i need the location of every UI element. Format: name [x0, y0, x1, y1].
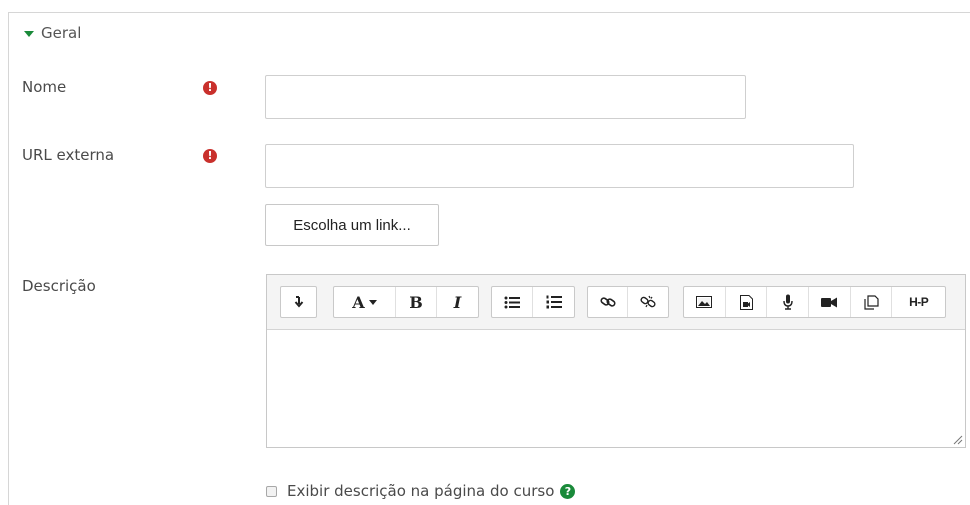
unlink-icon[interactable]: [628, 287, 668, 317]
section-toggle-geral[interactable]: Geral: [24, 24, 81, 42]
field-label-nome: Nome: [22, 78, 67, 96]
media-icon[interactable]: [726, 287, 768, 317]
description-textarea[interactable]: [267, 330, 965, 447]
field-label-url: URL externa: [22, 146, 115, 164]
description-editor: A B I H-P: [266, 274, 966, 448]
record-video-icon[interactable]: [809, 287, 851, 317]
collapse-toolbar-icon[interactable]: [281, 287, 316, 317]
toolbar-group-style: A B I: [333, 286, 479, 318]
image-icon[interactable]: [684, 287, 726, 317]
required-icon: !: [203, 149, 217, 163]
field-label-descricao: Descrição: [22, 277, 96, 295]
editor-toolbar: A B I H-P: [267, 275, 965, 330]
font-style-button[interactable]: A: [334, 287, 396, 317]
toolbar-group-collapse: [280, 286, 317, 318]
manage-files-icon[interactable]: [851, 287, 893, 317]
dropdown-caret-icon: [368, 299, 377, 305]
bold-button[interactable]: B: [396, 287, 437, 317]
choose-link-button[interactable]: Escolha um link...: [265, 204, 439, 246]
resize-handle-icon[interactable]: [953, 435, 963, 445]
caret-down-icon: [24, 31, 34, 37]
show-description-checkbox[interactable]: [266, 485, 277, 497]
show-description-row: Exibir descrição na página do curso ?: [266, 482, 576, 500]
toolbar-group-lists: [491, 286, 575, 318]
required-icon: !: [203, 81, 217, 95]
bold-icon: B: [409, 292, 423, 312]
link-icon[interactable]: [588, 287, 629, 317]
italic-icon: I: [453, 292, 462, 312]
fieldset-top-border: [8, 12, 970, 13]
font-style-icon: A: [352, 292, 365, 312]
show-description-label: Exibir descrição na página do curso: [287, 482, 555, 500]
h5p-button[interactable]: H-P: [892, 287, 945, 317]
fieldset-left-border: [8, 12, 9, 505]
ordered-list-icon[interactable]: [533, 287, 574, 317]
nome-input[interactable]: [265, 75, 746, 119]
url-externa-input[interactable]: [265, 144, 854, 188]
record-audio-icon[interactable]: [767, 287, 810, 317]
unordered-list-icon[interactable]: [492, 287, 534, 317]
h5p-icon: H-P: [909, 295, 929, 309]
help-question-icon[interactable]: ?: [560, 483, 576, 499]
toolbar-group-links: [587, 286, 669, 318]
section-legend: Geral: [41, 24, 82, 42]
toolbar-group-media: H-P: [683, 286, 946, 318]
italic-button[interactable]: I: [437, 287, 478, 317]
